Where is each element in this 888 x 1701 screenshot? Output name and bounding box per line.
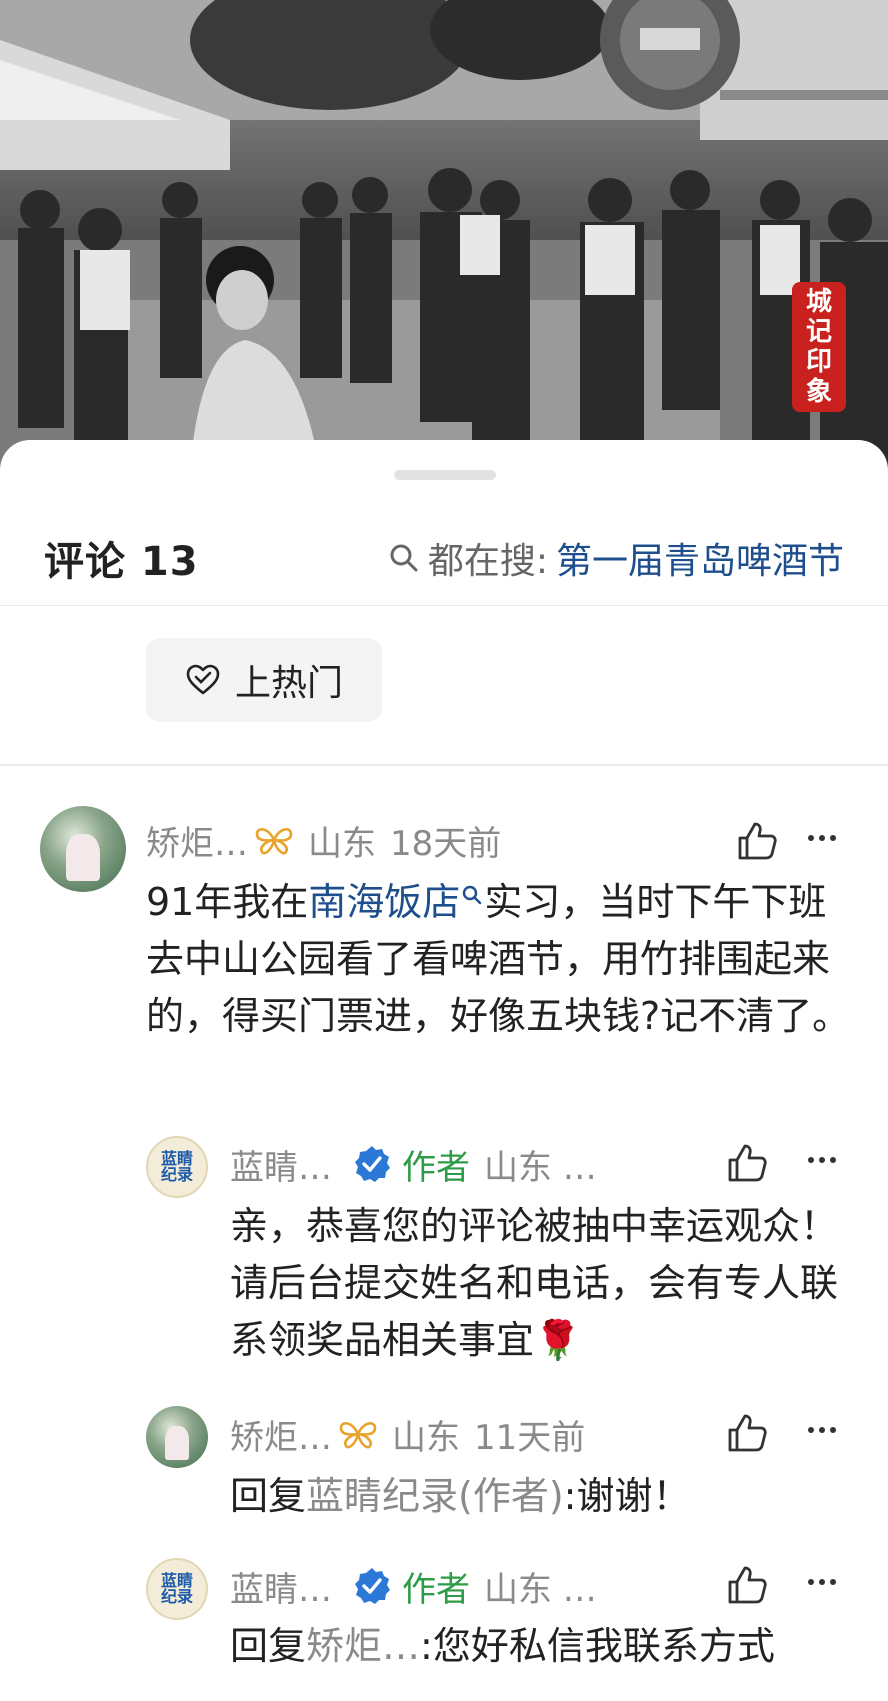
trending-prefix: 都在搜: — [427, 540, 548, 582]
user-location: 山东 … — [484, 1569, 597, 1610]
reply-meta: 蓝睛… 作者 山东 … — [230, 1562, 597, 1610]
watermark-stamp: 城 记 印 象 — [792, 282, 846, 412]
heart-boost-icon — [186, 664, 220, 695]
search-icon — [463, 885, 482, 905]
avatar-text: 纪录 — [160, 1165, 193, 1184]
stamp-char: 城 — [805, 287, 832, 317]
crowd-photo-illustration — [0, 0, 888, 470]
more-options-icon[interactable] — [808, 835, 836, 841]
more-options-icon[interactable] — [808, 1427, 836, 1433]
avatar-text: 纪录 — [160, 1587, 193, 1606]
section-divider — [0, 764, 888, 766]
comments-sheet: 评论 13 都在搜: 第一届青岛啤酒节 上热门 矫炬… 山东 18天前 91年我… — [0, 440, 888, 1701]
avatar[interactable]: 蓝睛 纪录 — [146, 1558, 208, 1620]
comments-count-title: 评论 13 — [44, 538, 199, 585]
reply-text: 回复矫炬…:您好私信我联系方式 — [230, 1618, 852, 1675]
comment-meta: 矫炬… 山东 18天前 — [146, 816, 501, 864]
thumbs-up-icon[interactable] — [726, 1142, 768, 1184]
comment-text: 91年我在南海饭店 实习，当时下午下班去中山公园看了看啤酒节，用竹排围起来的，得买… — [146, 874, 852, 1045]
username[interactable]: 蓝睛… — [230, 1562, 332, 1611]
reply-target-user[interactable]: 矫炬… — [306, 1624, 420, 1668]
reply-prefix: 回复 — [230, 1474, 307, 1518]
search-keyword-text: 南海饭店 — [308, 880, 461, 924]
author-tag: 作者 — [402, 1569, 470, 1610]
search-keyword-link[interactable]: 南海饭店 — [308, 880, 484, 924]
reply-text: 回复蓝睛纪录(作者):谢谢！ — [230, 1468, 852, 1525]
username[interactable]: 蓝睛… — [230, 1140, 332, 1189]
stamp-char: 象 — [805, 377, 832, 407]
reply-text: 亲，恭喜您的评论被抽中幸运观众！请后台提交姓名和电话，会有专人联系领奖品相关事宜… — [230, 1204, 839, 1362]
more-options-icon[interactable] — [808, 1579, 836, 1585]
reply-prefix: 回复 — [230, 1624, 307, 1668]
comment-time: 18天前 — [390, 823, 502, 864]
verified-badge-icon — [355, 1146, 390, 1182]
search-icon — [390, 544, 418, 571]
reply-content: :谢谢！ — [563, 1474, 691, 1518]
reply-content: :您好私信我联系方式 — [420, 1624, 775, 1668]
user-location: 山东 — [308, 823, 376, 864]
avatar[interactable]: 蓝睛 纪录 — [146, 1136, 208, 1198]
boost-hot-button[interactable]: 上热门 — [146, 638, 382, 722]
reply-meta: 蓝睛… 作者 山东 … — [230, 1140, 597, 1188]
butterfly-badge-icon — [255, 828, 293, 855]
username[interactable]: 矫炬… — [230, 1410, 332, 1459]
avatar[interactable] — [146, 1406, 208, 1468]
trending-search-link[interactable]: 都在搜: 第一届青岛啤酒节 — [388, 532, 844, 584]
boost-hot-label: 上热门 — [234, 663, 343, 704]
thumbs-up-icon[interactable] — [736, 820, 778, 862]
more-options-icon[interactable] — [808, 1157, 836, 1163]
sheet-drag-handle[interactable] — [394, 470, 496, 480]
thumbs-up-icon[interactable] — [726, 1412, 768, 1454]
author-tag: 作者 — [402, 1147, 470, 1188]
avatar[interactable] — [40, 806, 126, 892]
stamp-char: 记 — [805, 317, 832, 347]
username[interactable]: 矫炬… — [146, 816, 248, 865]
stamp-char: 印 — [805, 347, 832, 377]
reply-meta: 矫炬… 山东 11天前 — [230, 1410, 585, 1458]
reply-target-user[interactable]: 蓝睛纪录(作者) — [306, 1474, 564, 1518]
comment-text-part: 91年我在 — [146, 880, 309, 924]
post-photo: 城 记 印 象 — [0, 0, 888, 470]
trending-topic: 第一届青岛啤酒节 — [555, 540, 844, 582]
user-location: 山东 … — [484, 1147, 597, 1188]
verified-badge-icon — [355, 1568, 390, 1604]
thumbs-up-icon[interactable] — [726, 1564, 768, 1606]
comment-time: 11天前 — [474, 1417, 586, 1458]
user-location: 山东 — [392, 1417, 460, 1458]
comments-header: 评论 13 都在搜: 第一届青岛啤酒节 — [0, 510, 888, 606]
butterfly-badge-icon — [339, 1422, 377, 1449]
